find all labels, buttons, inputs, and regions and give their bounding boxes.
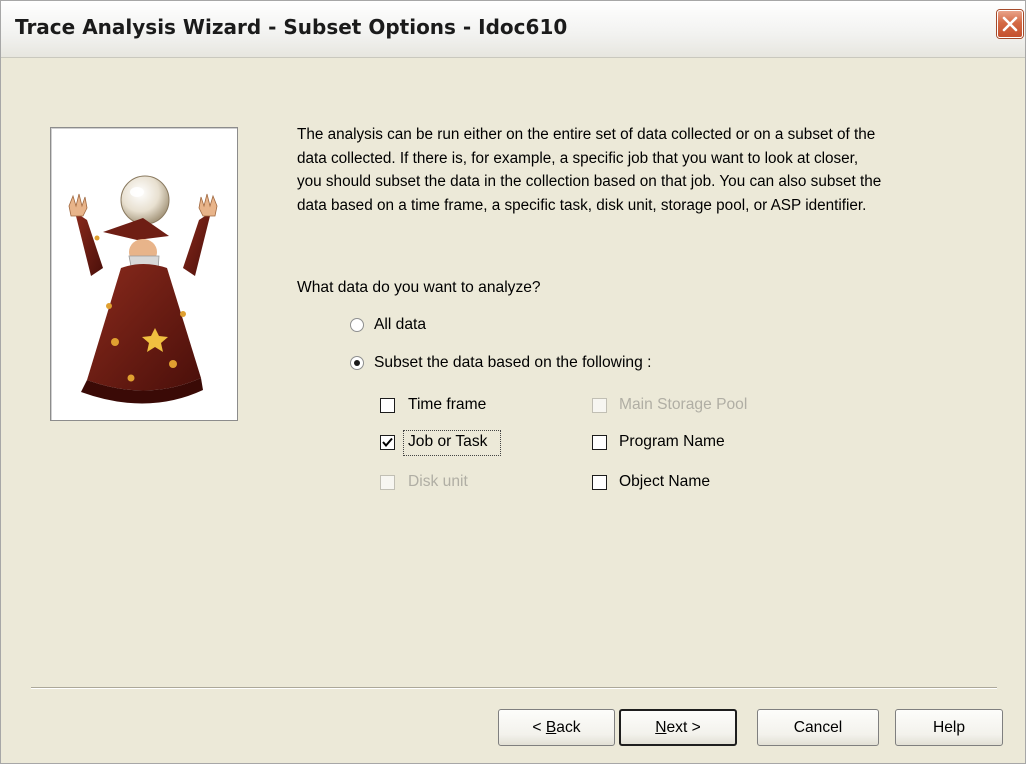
back-button-prefix: < (532, 719, 546, 736)
next-button-mnemonic: N (655, 719, 667, 736)
back-button[interactable]: < Back (498, 709, 615, 746)
radio-selected-dot (354, 360, 360, 366)
close-icon (1002, 16, 1018, 32)
back-button-mnemonic: B (545, 719, 557, 736)
cancel-button[interactable]: Cancel (757, 709, 879, 746)
object-name-checkbox[interactable] (592, 475, 607, 490)
subset-radio[interactable] (350, 356, 364, 370)
all-data-label[interactable]: All data (374, 316, 426, 334)
all-data-radio[interactable] (350, 318, 364, 332)
job-or-task-label[interactable]: Job or Task (408, 433, 487, 451)
main-storage-pool-checkbox (592, 398, 607, 413)
back-button-rest: ack (556, 719, 581, 736)
program-name-checkbox[interactable] (592, 435, 607, 450)
disk-unit-label: Disk unit (408, 473, 468, 490)
job-or-task-checkbox[interactable] (380, 435, 395, 450)
wizard-illustration (50, 127, 238, 421)
question-label: What data do you want to analyze? (297, 279, 541, 296)
checkmark-icon (382, 437, 393, 448)
wizard-dialog: Trace Analysis Wizard - Subset Options -… (0, 0, 1026, 764)
time-frame-checkbox[interactable] (380, 398, 395, 413)
time-frame-label[interactable]: Time frame (408, 396, 486, 414)
close-button[interactable] (997, 10, 1023, 38)
window-title: Trace Analysis Wizard - Subset Options -… (15, 15, 568, 39)
next-button[interactable]: Next > (619, 709, 737, 746)
object-name-label[interactable]: Object Name (619, 473, 710, 491)
disk-unit-checkbox (380, 475, 395, 490)
title-bar[interactable]: Trace Analysis Wizard - Subset Options -… (1, 1, 1025, 58)
subset-label[interactable]: Subset the data based on the following : (374, 354, 651, 372)
main-storage-pool-label: Main Storage Pool (619, 396, 748, 413)
description-text: The analysis can be run either on the en… (297, 126, 882, 214)
next-button-rest: ext > (666, 719, 701, 736)
help-button[interactable]: Help (895, 709, 1003, 746)
program-name-label[interactable]: Program Name (619, 433, 725, 451)
wizard-image (68, 175, 218, 404)
separator-highlight (31, 688, 997, 689)
